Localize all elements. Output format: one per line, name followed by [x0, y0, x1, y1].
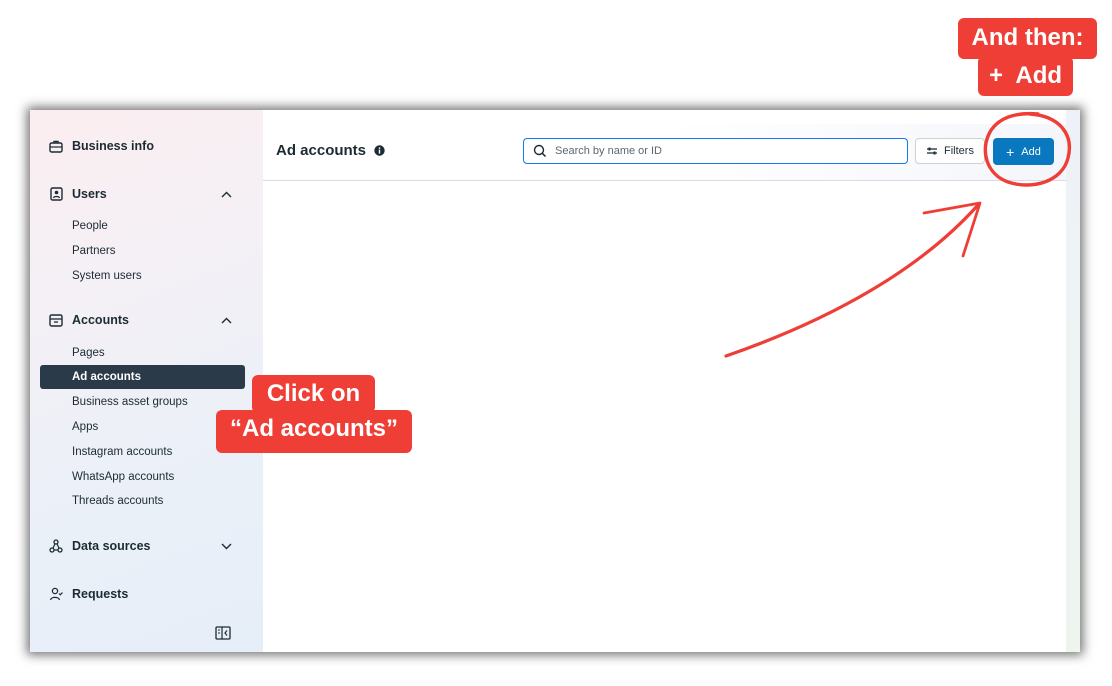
sidebar-item-pages[interactable]: Pages	[40, 341, 245, 365]
sidebar-item-label: Requests	[72, 587, 129, 601]
sidebar-section-label: Data sources	[72, 539, 151, 553]
sidebar-item-apps[interactable]: Apps	[40, 415, 245, 439]
filters-button[interactable]: Filters	[915, 138, 985, 164]
requests-icon	[48, 586, 64, 602]
data-sources-icon	[48, 538, 64, 554]
callout-left-line-2: “Ad accounts”	[229, 415, 399, 442]
chevron-down-icon[interactable]	[219, 539, 233, 553]
sidebar-item-whatsapp-accounts[interactable]: WhatsApp accounts	[40, 465, 245, 489]
app-window: Business info Users People Partners Syst…	[30, 110, 1080, 652]
sidebar-item-ad-accounts[interactable]: Ad accounts	[40, 365, 245, 389]
add-label: Add	[1021, 145, 1041, 158]
page-title: Ad accounts	[276, 142, 385, 159]
sidebar-section-label: Users	[72, 187, 107, 201]
sidebar: Business info Users People Partners Syst…	[30, 110, 263, 652]
collapse-sidebar-icon[interactable]	[215, 626, 231, 640]
sidebar-item-business-asset-groups[interactable]: Business asset groups	[40, 390, 245, 414]
page-header: Ad accounts Filters + Add	[263, 124, 1066, 181]
search-input[interactable]	[553, 144, 907, 158]
sidebar-item-partners[interactable]: Partners	[40, 239, 245, 263]
chevron-up-icon[interactable]	[219, 313, 233, 327]
sidebar-item-instagram-accounts[interactable]: Instagram accounts	[40, 440, 245, 464]
content-edge	[1066, 110, 1080, 652]
filter-sliders-icon	[927, 147, 938, 155]
sidebar-section-users[interactable]: Users	[40, 180, 245, 208]
search-field[interactable]	[523, 138, 908, 164]
main-content: Ad accounts Filters + Add	[263, 110, 1080, 652]
archive-icon	[48, 312, 64, 328]
chevron-up-icon[interactable]	[219, 187, 233, 201]
filters-label: Filters	[944, 145, 974, 157]
callout-right-line-2: + Add	[988, 62, 1063, 89]
sidebar-item-system-users[interactable]: System users	[40, 264, 245, 288]
sidebar-item-label: Business info	[72, 139, 154, 153]
briefcase-icon	[48, 138, 64, 154]
sidebar-item-threads-accounts[interactable]: Threads accounts	[40, 489, 245, 513]
page-title-text: Ad accounts	[276, 142, 367, 159]
info-icon[interactable]	[374, 145, 385, 156]
sidebar-section-accounts[interactable]: Accounts	[40, 306, 245, 334]
sidebar-item-people[interactable]: People	[40, 214, 245, 238]
plus-icon: +	[1006, 143, 1015, 160]
search-icon	[533, 144, 547, 158]
sidebar-section-data-sources[interactable]: Data sources	[40, 532, 245, 560]
sidebar-item-requests[interactable]: Requests	[40, 580, 245, 608]
callout-right-line-1: And then:	[971, 24, 1084, 51]
sidebar-item-business-info[interactable]: Business info	[40, 132, 245, 160]
callout-left-line-1: Click on	[266, 380, 361, 407]
sidebar-section-label: Accounts	[72, 313, 129, 327]
add-button[interactable]: + Add	[993, 138, 1054, 165]
user-badge-icon	[48, 186, 64, 202]
